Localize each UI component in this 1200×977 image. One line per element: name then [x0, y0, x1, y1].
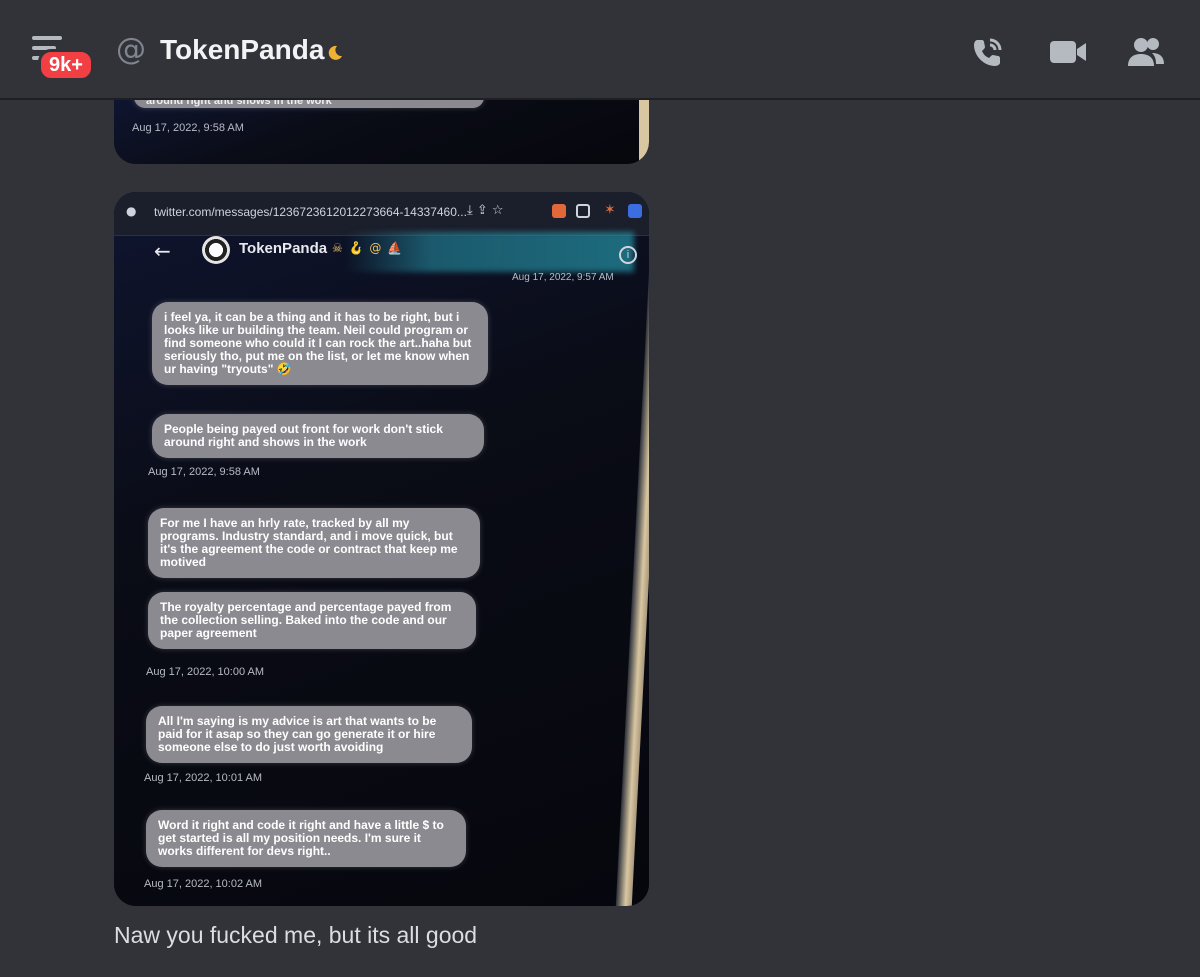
url-text: twitter.com/messages/1236723612012273664…: [154, 205, 467, 219]
dm-message-bubble: around right and shows in the work: [134, 100, 484, 108]
monitor-edge: [639, 100, 649, 164]
dm-message-bubble: The royalty percentage and percentage pa…: [148, 592, 476, 649]
extension-icon: [628, 204, 642, 218]
message-text: Naw you fucked me, but its all good: [114, 922, 478, 948]
dm-timestamp: Aug 17, 2022, 10:00 AM: [146, 666, 265, 678]
dm-message-bubble: All I'm saying is my advice is art that …: [146, 706, 472, 763]
notification-badge: 9k+: [38, 49, 94, 81]
dm-message-bubble: People being payed out front for work do…: [152, 414, 484, 458]
image-attachment[interactable]: ● twitter.com/messages/12367236120122736…: [114, 192, 649, 906]
dm-timestamp: Aug 17, 2022, 9:58 AM: [132, 122, 244, 134]
dm-timestamp: Aug 17, 2022, 10:02 AM: [144, 878, 263, 890]
extension-icon: [552, 204, 566, 218]
dm-message-bubble: For me I have an hrly rate, tracked by a…: [148, 508, 480, 578]
idle-status-icon: [328, 45, 342, 60]
browser-toolbar-icons: ⤓ ⇪ ☆: [467, 203, 504, 218]
lock-icon: ●: [126, 204, 137, 218]
dm-timestamp: Aug 17, 2022, 10:01 AM: [144, 772, 263, 784]
extension-icon: ✶: [604, 202, 616, 218]
voice-call-icon[interactable]: [968, 32, 1008, 72]
dm-message-bubble: i feel ya, it can be a thing and it has …: [152, 302, 488, 385]
dm-timestamp: Aug 17, 2022, 9:57 AM: [512, 272, 614, 283]
dm-contact-emojis: ☠ 🪝 @ ⛵: [332, 241, 404, 255]
at-icon: @: [116, 32, 146, 67]
browser-address-bar: ● twitter.com/messages/12367236120122736…: [114, 192, 649, 236]
dm-timestamp: Aug 17, 2022, 9:58 AM: [148, 466, 260, 478]
dm-contact-name: TokenPanda: [239, 240, 328, 257]
channel-title[interactable]: TokenPanda: [160, 34, 324, 66]
extension-icon: [576, 204, 590, 218]
avatar: [202, 236, 230, 264]
dm-message-bubble: Word it right and code it right and have…: [146, 810, 466, 867]
back-arrow-icon: ←: [154, 239, 171, 263]
member-list-icon[interactable]: [1126, 32, 1166, 72]
image-attachment[interactable]: around right and shows in the work Aug 1…: [114, 100, 649, 164]
info-icon: i: [619, 246, 637, 264]
video-call-icon[interactable]: [1048, 32, 1088, 72]
channel-header: 9k+ @ TokenPanda: [0, 0, 1200, 100]
